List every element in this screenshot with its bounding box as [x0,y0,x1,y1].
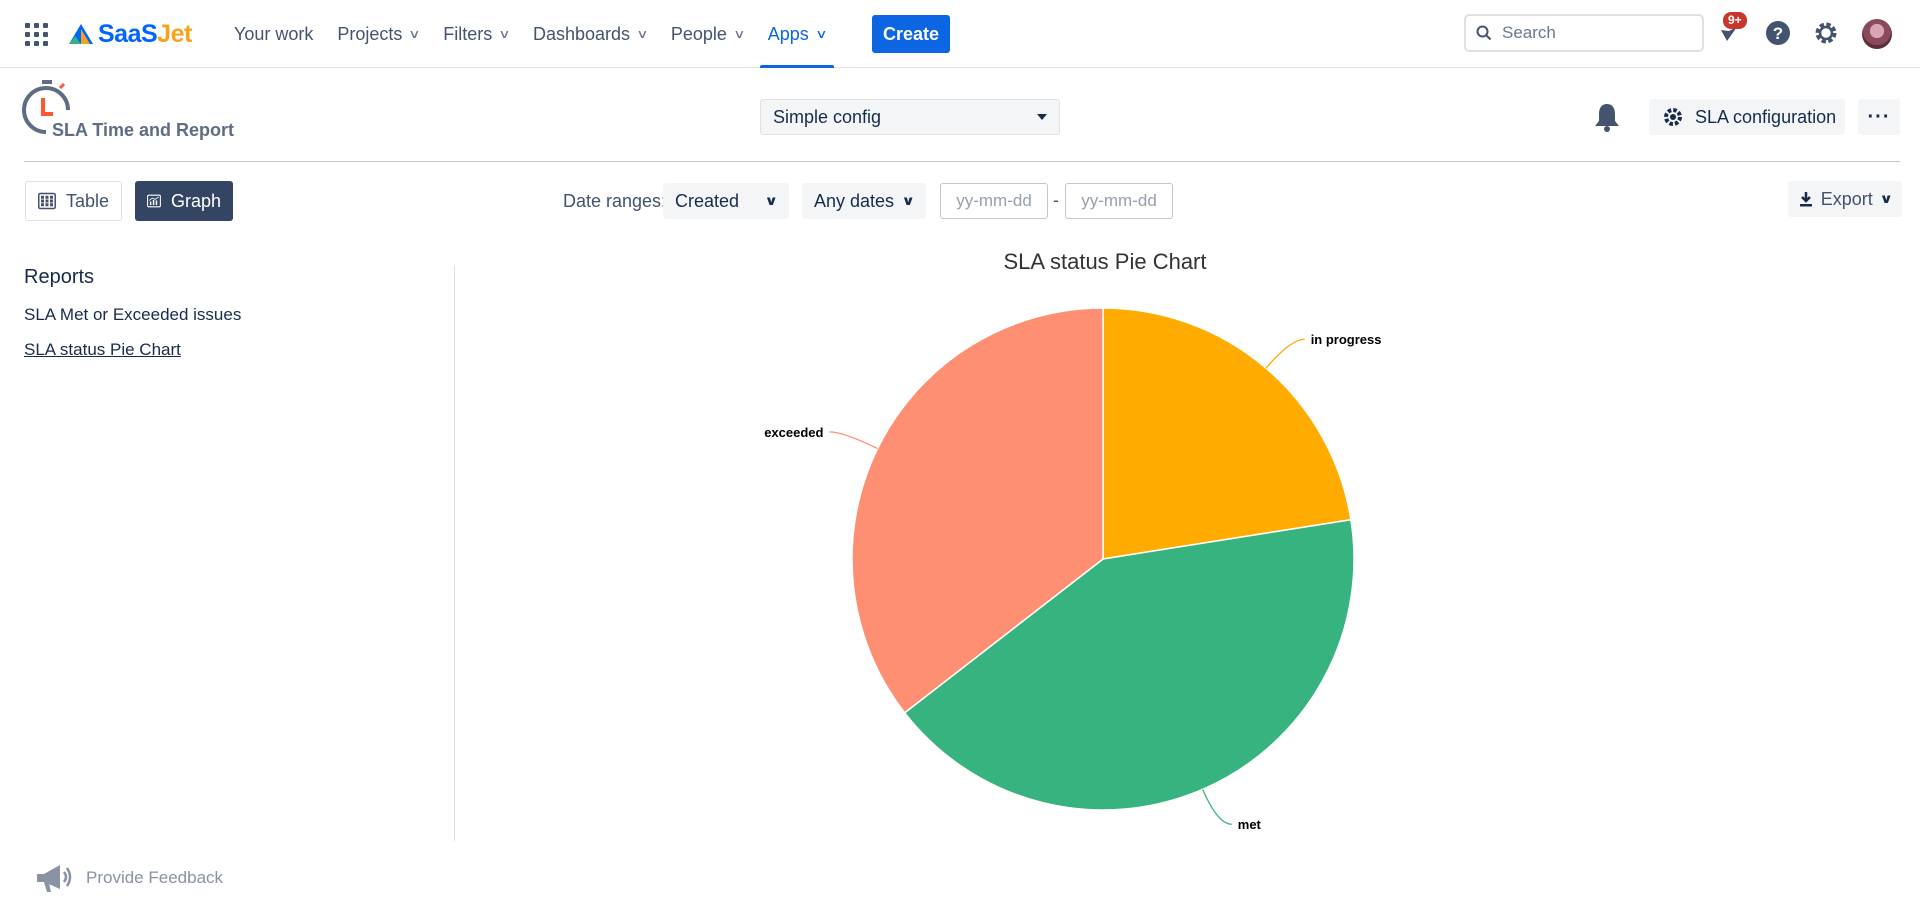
saasjet-logo[interactable]: SaaSJet [68,18,192,50]
report-link-sla-status-pie[interactable]: SLA status Pie Chart [24,340,181,360]
chevron-down-icon: ∨ [636,27,649,41]
date-field-select[interactable]: Created ∨ [663,183,789,219]
search-box[interactable] [1464,14,1704,52]
settings-button[interactable] [1811,18,1841,48]
date-separator: - [1053,190,1059,210]
megaphone-icon [37,865,72,892]
header-divider [24,161,1900,162]
svg-text:?: ? [1773,24,1783,43]
nav-filters[interactable]: Filters ∨ [431,0,521,68]
config-select[interactable]: Simple config [760,99,1060,135]
nav-apps[interactable]: Apps ∨ [756,0,838,68]
chevron-down-icon: ∨ [814,27,828,41]
graph-view-button[interactable]: Graph [135,181,233,221]
pie-chart: in progress met exceeded [764,307,1382,832]
date-preset-value: Any dates [814,190,895,211]
pie-connector-in-progress [1265,338,1305,369]
bell-icon [1595,104,1619,132]
date-to-field[interactable] [1065,183,1173,219]
provide-feedback-label: Provide Feedback [86,868,224,887]
chevron-down-icon: ∨ [1879,191,1893,206]
app-title: SLA Time and Report [52,120,235,140]
chevron-down-icon: ∨ [901,193,916,208]
help-button[interactable]: ? [1763,18,1793,48]
reports-title: Reports [24,266,95,288]
logo-text: SaaSJet [98,19,192,48]
sla-configuration-button[interactable]: SLA configuration [1649,99,1845,135]
chevron-down-icon: ∨ [408,27,421,41]
provide-feedback-link[interactable]: Provide Feedback [34,862,223,894]
sla-notifications-button[interactable] [1590,100,1624,134]
help-icon: ? [1766,21,1790,45]
search-icon [1476,25,1492,41]
chevron-down-icon: ∨ [733,27,746,41]
app-switcher-icon[interactable] [24,22,48,46]
saasjet-logo-icon [69,24,93,44]
nav-projects[interactable]: Projects ∨ [325,0,431,68]
export-button[interactable]: Export ∨ [1788,181,1902,217]
graph-view-label: Graph [170,190,221,211]
more-actions-button[interactable]: ··· [1858,99,1900,135]
notification-badge: 9+ [1723,12,1747,29]
date-from-input[interactable] [949,191,1039,211]
sla-configuration-label: SLA configuration [1695,106,1837,127]
nav-dashboards[interactable]: Dashboards ∨ [521,0,659,68]
top-navigation: SaaSJet Your work Projects ∨ Filters ∨ Das… [0,0,1920,68]
table-grid-icon [38,192,56,210]
pie-label-in-progress: in progress [1311,332,1382,347]
table-view-label: Table [65,190,109,211]
date-field-value: Created [675,190,740,211]
chevron-down-icon: ∨ [764,193,779,208]
download-icon [1799,192,1812,207]
gear-icon [1815,22,1837,44]
search-input[interactable] [1502,23,1692,43]
more-icon: ··· [1867,105,1891,128]
sla-time-report-logo: SLA Time and Report [22,80,242,142]
export-label: Export [1820,188,1873,209]
main-nav: Your work Projects ∨ Filters ∨ Dashboards ∨… [222,0,838,68]
date-from-field[interactable] [940,183,1048,219]
graph-icon [147,194,161,208]
config-select-value: Simple config [773,106,882,127]
report-link-sla-met-exceeded[interactable]: SLA Met or Exceeded issues [24,305,241,325]
nav-people[interactable]: People ∨ [659,0,756,68]
pie-label-exceeded: exceeded [764,425,823,440]
config-gear-icon [1664,108,1682,126]
date-ranges-label: Date ranges: [563,191,667,211]
date-to-input[interactable] [1074,191,1164,211]
create-button[interactable]: Create [872,15,950,53]
pie-connector-met [1202,789,1232,825]
pie-connector-exceeded [829,431,878,450]
user-avatar[interactable] [1862,19,1892,49]
nav-your-work[interactable]: Your work [222,0,325,68]
pie-label-met: met [1238,817,1262,832]
chevron-down-icon: ∨ [498,27,511,41]
caret-down-icon [1037,114,1047,120]
table-view-button[interactable]: Table [25,181,122,221]
date-preset-select[interactable]: Any dates ∨ [802,183,926,219]
